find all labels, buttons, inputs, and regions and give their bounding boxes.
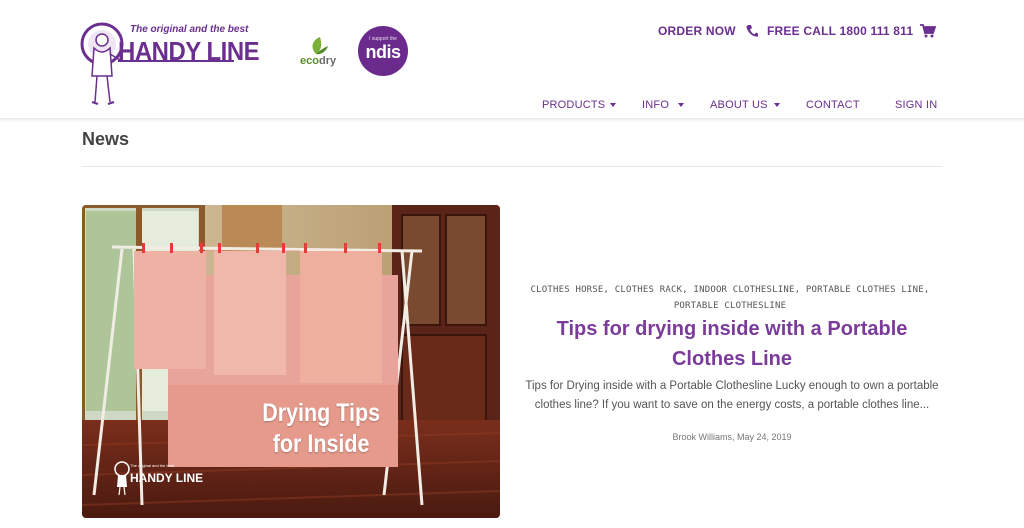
nav-sign-in[interactable]: SIGN IN (895, 99, 937, 113)
tag-link[interactable]: PORTABLE CLOTHES LINE (806, 285, 924, 295)
nav-about-us[interactable]: ABOUT US (710, 99, 768, 113)
nav-products[interactable]: PRODUCTS (542, 99, 605, 113)
tag-link[interactable]: CLOTHES RACK (615, 285, 682, 295)
handy-line-logo[interactable]: The original and the best HANDY LINE (80, 20, 260, 108)
nav-info[interactable]: INFO (642, 99, 669, 113)
watermark-name: HANDY LINE (130, 471, 204, 485)
ecodry-eco: eco (300, 55, 319, 67)
article-featured-image[interactable]: Drying Tips for Inside The original and … (82, 205, 500, 518)
tag-link[interactable]: PORTABLE CLOTHESLINE (674, 301, 786, 311)
article-tags: CLOTHES HORSE, CLOTHES RACK, INDOOR CLOT… (530, 285, 930, 311)
article-byline: Brook Williams, May 24, 2019 (672, 432, 792, 442)
title-divider (82, 166, 942, 167)
article-title-link[interactable]: Tips for drying inside with a Portable C… (520, 314, 944, 374)
tag-link[interactable]: CLOTHES HORSE (531, 285, 604, 295)
image-watermark-logo: The original and the best HANDY LINE (114, 461, 203, 501)
phone-icon (746, 25, 758, 37)
site-header: The original and the best HANDY LINE eco… (0, 0, 1024, 118)
header-divider (0, 118, 1024, 122)
watermark-figure-icon (114, 461, 130, 496)
free-call-link[interactable]: FREE CALL 1800 111 811 (767, 24, 913, 40)
image-overlay-headline: Drying Tips for Inside (262, 398, 380, 460)
cart-icon[interactable] (920, 24, 936, 38)
ecodry-badge: ecodry (300, 36, 342, 68)
products-caret-down-icon[interactable] (610, 103, 616, 107)
nav-contact[interactable]: CONTACT (806, 99, 860, 113)
info-caret-down-icon[interactable] (678, 103, 684, 107)
page-title: News (82, 129, 130, 149)
ndis-badge: I support the ndis (358, 26, 408, 76)
logo-tagline: The original and the best (130, 24, 249, 35)
overlay-line-1: Drying Tips (262, 399, 380, 427)
overlay-line-2: for Inside (272, 430, 370, 458)
ecodry-dry: dry (318, 55, 337, 67)
tag-link[interactable]: INDOOR CLOTHESLINE (693, 285, 794, 295)
leaf-icon (312, 37, 328, 55)
about-caret-down-icon[interactable] (774, 103, 780, 107)
ndis-logo-text: ndis (365, 42, 401, 62)
watermark-tagline: The original and the best (130, 463, 175, 468)
order-now-link[interactable]: ORDER NOW (658, 24, 736, 40)
logo-name: HANDY LINE (118, 36, 260, 66)
article-excerpt: Tips for Drying inside with a Portable C… (525, 380, 939, 411)
